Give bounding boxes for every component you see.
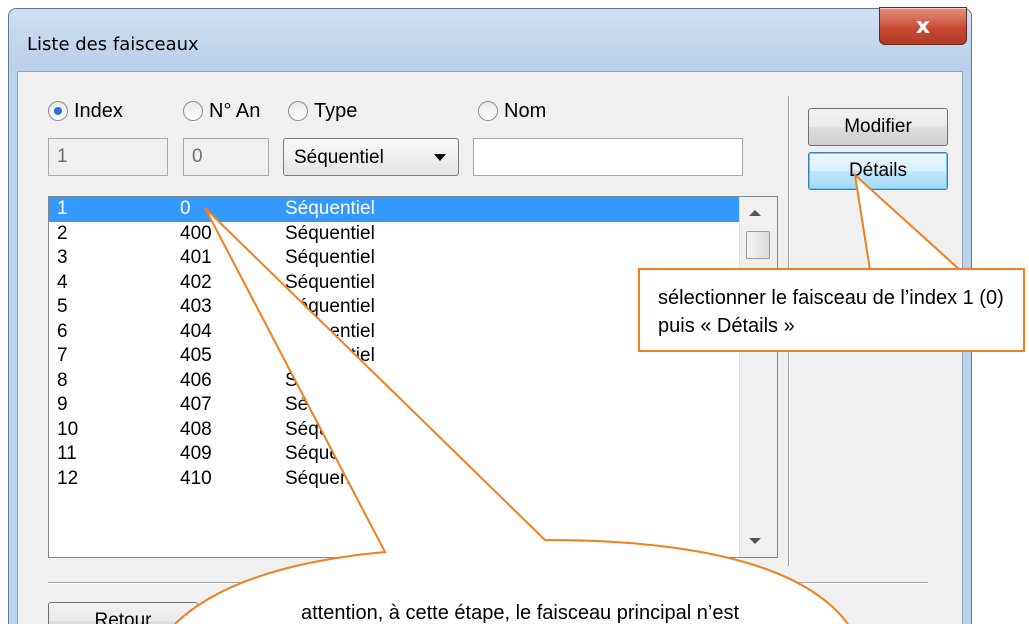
list-cell-index: 11 <box>57 443 77 464</box>
list-cell-type: Séquentiel <box>285 369 375 391</box>
list-item[interactable]: 5 403 Séquentiel <box>49 295 739 320</box>
list-cell-index: 4 <box>57 271 68 293</box>
list-cell-index: 10 <box>57 418 79 440</box>
scroll-thumb[interactable] <box>746 231 770 259</box>
list-cell-type: Séquentiel <box>285 222 375 244</box>
list-cell-index: 9 <box>57 394 68 415</box>
radio-nom[interactable]: Nom <box>478 96 546 126</box>
list-cell-index: 12 <box>57 467 79 489</box>
list-cell-nan: 408 <box>180 418 212 440</box>
list-item[interactable]: 8 406 Séquentiel <box>49 369 739 394</box>
index-field[interactable]: 1 <box>48 138 168 176</box>
callout-bottom-text: attention, à cette étape, le faisceau pr… <box>300 602 740 624</box>
list-item[interactable]: 11 409 Séquentiel <box>49 442 739 467</box>
list-item[interactable]: 4 402 Séquentiel <box>49 271 739 296</box>
list-item[interactable]: 7 405 Séquentiel <box>49 344 739 369</box>
list-cell-nan: 404 <box>180 320 212 342</box>
radio-circle-icon[interactable] <box>183 101 203 121</box>
list-cell-type: Séquentiel <box>285 418 375 440</box>
vertical-scrollbar[interactable] <box>739 197 777 557</box>
list-cell-index: 2 <box>57 222 68 244</box>
list-item[interactable]: 2 400 Séquentiel <box>49 222 739 247</box>
list-cell-type: Séquentiel <box>285 247 375 268</box>
radio-index[interactable]: Index <box>48 96 123 126</box>
list-cell-nan: 402 <box>180 271 212 293</box>
list-cell-type: Séquentiel <box>285 345 375 366</box>
modifier-button[interactable]: Modifier <box>808 108 948 146</box>
list-cell-index: 8 <box>57 369 68 391</box>
list-cell-type: Séquentiel <box>285 443 375 464</box>
scroll-up-icon[interactable] <box>749 210 761 216</box>
list-cell-nan: 406 <box>180 369 212 391</box>
list-cell-nan: 403 <box>180 296 212 317</box>
scroll-down-icon[interactable] <box>749 538 761 544</box>
radio-nom-label: Nom <box>504 99 547 122</box>
list-cell-index: 7 <box>57 345 68 366</box>
list-cell-type: Séquentiel <box>285 296 375 317</box>
list-cell-nan: 401 <box>180 247 212 268</box>
title-bar[interactable]: Liste des faisceaux x <box>9 7 971 71</box>
radio-index-label: Index <box>74 99 123 122</box>
list-cell-nan: 400 <box>180 222 212 244</box>
name-field[interactable] <box>473 138 743 176</box>
list-cell-nan: 410 <box>180 467 212 489</box>
radio-type[interactable]: Type <box>288 96 357 126</box>
type-select-value: Séquentiel <box>294 147 384 168</box>
list-item[interactable]: 9 407 Séquentiel <box>49 393 739 418</box>
radio-circle-icon[interactable] <box>478 101 498 121</box>
faisceaux-list[interactable]: 1 0 Séquentiel 2 400 Séquentiel 3 401 Séquentiel… <box>48 196 778 558</box>
list-item[interactable]: 6 404 Séquentiel <box>49 320 739 345</box>
list-cell-type: Séquentiel <box>285 198 375 219</box>
list-item[interactable]: 1 0 Séquentiel <box>49 197 739 222</box>
list-cell-index: 3 <box>57 247 68 268</box>
list-cell-type: Séquentiel <box>285 467 375 489</box>
horizontal-divider <box>48 582 928 584</box>
retour-button[interactable]: Retour <box>48 602 198 624</box>
nan-field[interactable]: 0 <box>183 138 269 176</box>
chevron-down-icon <box>434 154 446 161</box>
type-select[interactable]: Séquentiel <box>283 138 459 176</box>
radio-nan-label: N° An <box>209 99 261 122</box>
callout-details: sélectionner le faisceau de l’index 1 (0… <box>638 268 1025 352</box>
list-cell-index: 1 <box>57 198 68 219</box>
radio-nan[interactable]: N° An <box>183 96 260 126</box>
radio-circle-icon[interactable] <box>288 101 308 121</box>
list-item[interactable]: 12 410 Séquentiel <box>49 467 739 492</box>
list-cell-nan: 405 <box>180 345 212 366</box>
list-cell-nan: 409 <box>180 443 212 464</box>
window-title: Liste des faisceaux <box>27 34 199 55</box>
list-cell-index: 6 <box>57 320 68 342</box>
radio-type-label: Type <box>314 99 358 122</box>
details-button[interactable]: Détails <box>808 152 948 190</box>
list-rows: 1 0 Séquentiel 2 400 Séquentiel 3 401 Séquentiel… <box>49 197 739 557</box>
list-cell-type: Séquentiel <box>285 320 375 342</box>
list-cell-nan: 407 <box>180 394 212 415</box>
list-cell-type: Séquentiel <box>285 271 375 293</box>
list-item[interactable]: 3 401 Séquentiel <box>49 246 739 271</box>
close-button[interactable]: x <box>879 7 967 45</box>
list-cell-index: 5 <box>57 296 68 317</box>
radio-circle-icon[interactable] <box>48 101 68 121</box>
list-cell-nan: 0 <box>180 198 191 219</box>
list-item[interactable]: 10 408 Séquentiel <box>49 418 739 443</box>
list-cell-type: Séquentiel <box>285 394 375 415</box>
